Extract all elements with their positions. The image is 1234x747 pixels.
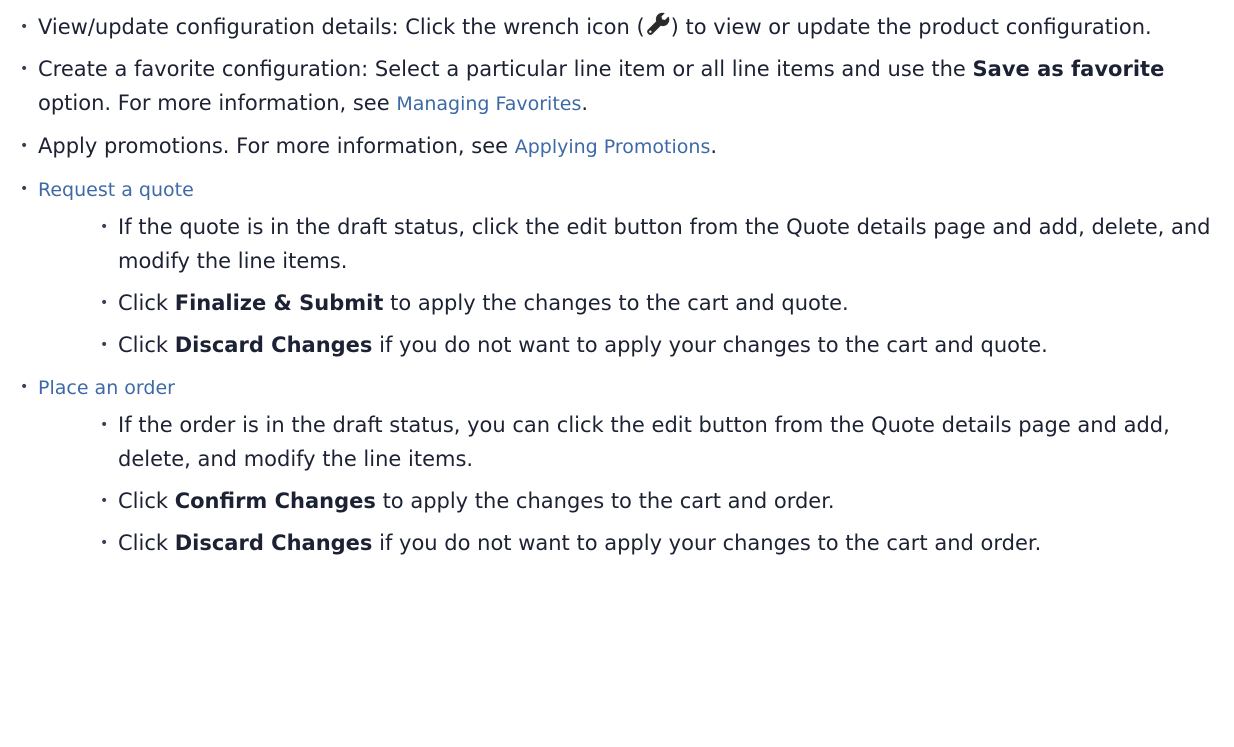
request-a-quote-link[interactable]: Request a quote — [38, 179, 194, 201]
item-text: option. For more information, see — [38, 91, 397, 115]
document-body: View/update configuration details: Click… — [0, 0, 1234, 560]
save-as-favorite-label: Save as favorite — [972, 57, 1165, 81]
item-text: View/update configuration details: Click… — [38, 15, 645, 39]
managing-favorites-link[interactable]: Managing Favorites — [396, 93, 581, 115]
item-text: Click — [118, 489, 175, 513]
feature-list: View/update configuration details: Click… — [20, 10, 1222, 560]
sub-item-finalize-submit: Click Finalize & Submit to apply the cha… — [38, 286, 1222, 320]
finalize-submit-label: Finalize & Submit — [174, 291, 384, 315]
item-text: Click — [118, 333, 175, 357]
item-text: . — [581, 91, 589, 115]
item-text: ) to view or update the product configur… — [670, 15, 1152, 39]
discard-changes-label: Discard Changes — [174, 333, 373, 357]
confirm-changes-label: Confirm Changes — [174, 489, 376, 513]
list-item-request-quote: Request a quote If the quote is in the d… — [20, 172, 1222, 362]
item-text: to apply the changes to the cart and ord… — [375, 489, 835, 513]
sub-item-discard-order: Click Discard Changes if you do not want… — [38, 526, 1222, 560]
item-text: Apply promotions. For more information, … — [38, 134, 515, 158]
item-text: if you do not want to apply your changes… — [372, 531, 1042, 555]
list-item-configuration: View/update configuration details: Click… — [20, 10, 1222, 44]
discard-changes-label: Discard Changes — [174, 531, 373, 555]
item-text: Click — [118, 291, 175, 315]
item-text: If the order is in the draft status, you… — [118, 413, 1170, 471]
item-text: to apply the changes to the cart and quo… — [383, 291, 849, 315]
list-item-place-order: Place an order If the order is in the dr… — [20, 370, 1222, 560]
item-text: Click — [118, 531, 175, 555]
place-order-sublist: If the order is in the draft status, you… — [38, 408, 1222, 560]
list-item-promotions: Apply promotions. For more information, … — [20, 129, 1222, 164]
sub-item-order-draft: If the order is in the draft status, you… — [38, 408, 1222, 476]
request-quote-sublist: If the quote is in the draft status, cli… — [38, 210, 1222, 362]
item-text: if you do not want to apply your changes… — [372, 333, 1048, 357]
item-text: Create a favorite configuration: Select … — [38, 57, 973, 81]
item-text: If the quote is in the draft status, cli… — [118, 215, 1211, 273]
item-text: . — [710, 134, 718, 158]
sub-item-discard-quote: Click Discard Changes if you do not want… — [38, 328, 1222, 362]
place-an-order-link[interactable]: Place an order — [38, 377, 175, 399]
applying-promotions-link[interactable]: Applying Promotions — [515, 136, 711, 158]
sub-item-confirm-changes: Click Confirm Changes to apply the chang… — [38, 484, 1222, 518]
sub-item-quote-draft: If the quote is in the draft status, cli… — [38, 210, 1222, 278]
list-item-favorite: Create a favorite configuration: Select … — [20, 52, 1222, 121]
wrench-icon — [646, 12, 669, 35]
